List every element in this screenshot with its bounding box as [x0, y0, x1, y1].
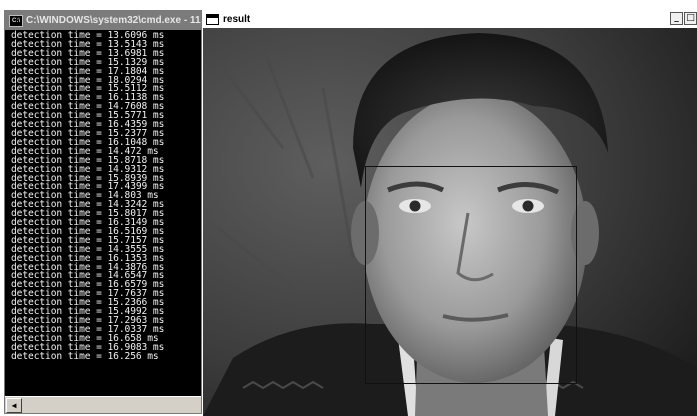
console-line: detection time = 16.256 ms — [11, 350, 159, 362]
console-title-bar[interactable]: C:\ C:\WINDOWS\system32\cmd.exe - 11A — [5, 11, 201, 30]
minimize-icon[interactable]: _ — [670, 12, 683, 25]
result-window[interactable]: result _ □ — [203, 10, 697, 416]
maximize-icon[interactable]: □ — [684, 12, 697, 25]
result-title-bar[interactable]: result _ □ — [203, 10, 697, 28]
arrow-left-icon[interactable]: ◀ — [6, 398, 22, 413]
face-detection-box — [365, 166, 577, 384]
result-title: result — [223, 13, 251, 25]
window-controls: _ □ — [670, 12, 697, 25]
window-icon — [206, 13, 219, 25]
camera-frame — [203, 28, 697, 416]
console-horizontal-scrollbar[interactable]: ◀ — [5, 396, 201, 413]
console-output: detection time = 13.6096 ms detection tim… — [5, 30, 201, 395]
console-title: C:\WINDOWS\system32\cmd.exe - 11A — [26, 15, 201, 26]
cmd-icon: C:\ — [9, 14, 23, 27]
console-window[interactable]: C:\ C:\WINDOWS\system32\cmd.exe - 11A de… — [4, 10, 202, 414]
